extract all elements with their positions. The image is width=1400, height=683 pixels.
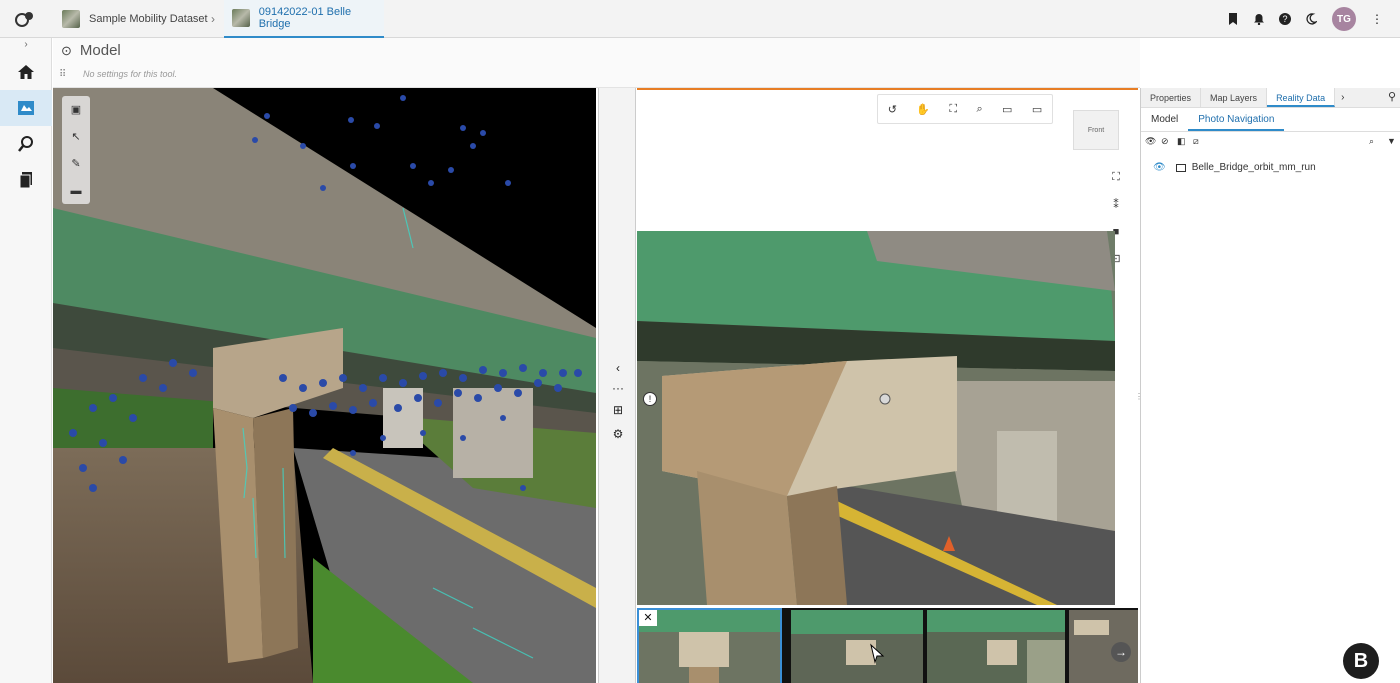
view-splitter: ‹ ··· ⊞ ⚙	[598, 88, 636, 683]
add-view-icon[interactable]: ⊞	[599, 400, 637, 420]
breadcrumb-project-label: Sample Mobility Dataset	[89, 13, 208, 25]
tool-title-label: Model	[79, 42, 121, 59]
window-alt-icon[interactable]: ▭	[1032, 103, 1042, 116]
filmstrip-thumbnail[interactable]	[791, 610, 923, 683]
layer-label: Belle_Bridge_orbit_mm_run	[1191, 162, 1316, 173]
tab-reality-data[interactable]: Reality Data	[1267, 88, 1336, 107]
pin-panel-icon[interactable]: ⚲	[1388, 90, 1396, 103]
nav-expand-chevron-icon[interactable]: ›	[0, 38, 52, 52]
photo-viewer[interactable]: ↺ ✋ ⛶ ⌕ ▭ ▭ Front ⛶ ⁑ ■ ⊡ ! ✕ →	[637, 88, 1138, 683]
right-panel: Properties Map Layers Reality Data › ⚲ M…	[1140, 88, 1400, 683]
show-all-icon[interactable]: 👁	[1145, 136, 1156, 147]
filmstrip-thumbnail[interactable]	[927, 610, 1065, 683]
window-icon[interactable]: ▭	[1002, 103, 1012, 116]
collapse-left-icon[interactable]: ‹	[599, 358, 637, 378]
tool-header: ⊙ Model ⠿ No settings for this tool.	[53, 38, 1140, 88]
photo-toolbar: ↺ ✋ ⛶ ⌕ ▭ ▭	[877, 94, 1053, 124]
close-filmstrip-icon[interactable]: ✕	[639, 610, 657, 626]
search-icon[interactable]: ⌕	[1369, 136, 1374, 147]
tool-title: ⊙ Model	[61, 42, 121, 59]
app-logo-icon[interactable]	[14, 8, 36, 30]
photo-filmstrip: ✕ →	[637, 608, 1138, 683]
isolate-icon[interactable]: ◧	[1177, 136, 1186, 147]
rotate-icon[interactable]: ↺	[888, 103, 897, 116]
nav-search[interactable]	[0, 126, 52, 162]
image-layer-icon	[1175, 163, 1186, 172]
visibility-eye-icon[interactable]: 👁	[1153, 162, 1166, 173]
view-toolbar: ▣ ↖ ✎ ▬	[62, 96, 90, 204]
point-cloud-render[interactable]	[53, 88, 596, 683]
zoom-icon[interactable]: ⌕	[976, 103, 982, 116]
select-cursor-icon[interactable]: ↖	[62, 123, 90, 150]
brand-badge-logo: B	[1343, 643, 1379, 679]
reality-data-icon	[18, 101, 34, 115]
list-item[interactable]: 👁 Belle_Bridge_orbit_mm_run	[1153, 162, 1316, 173]
breadcrumb-project[interactable]: Sample Mobility Dataset	[62, 0, 208, 38]
info-marker-icon[interactable]: !	[643, 392, 657, 406]
home-icon	[18, 65, 34, 79]
moon-icon[interactable]	[1304, 12, 1318, 26]
bookmark-icon[interactable]	[1226, 12, 1240, 26]
breadcrumb-separator-icon: ›	[211, 12, 215, 26]
tabs-scroll-right-icon[interactable]: ›	[1335, 88, 1350, 107]
breadcrumb-imodel[interactable]: 09142022-01 Belle Bridge	[224, 0, 384, 38]
photo-image[interactable]	[637, 231, 1115, 605]
imodel-thumbnail	[232, 9, 250, 27]
user-avatar[interactable]: TG	[1332, 7, 1356, 31]
nav-documents[interactable]	[0, 162, 52, 198]
filter-icon[interactable]: ▼	[1387, 136, 1396, 146]
right-panel-subtabs: Model Photo Navigation	[1141, 108, 1400, 132]
3d-viewport[interactable]: ▣ ↖ ✎ ▬	[53, 88, 596, 683]
tool-settings-note: No settings for this tool.	[83, 69, 178, 79]
svg-text:?: ?	[1282, 14, 1287, 24]
more-vertical-icon[interactable]: ⋮	[1370, 12, 1384, 26]
image-toggle-icon[interactable]: ▣	[62, 96, 90, 123]
subtab-photo-navigation[interactable]: Photo Navigation	[1188, 108, 1285, 131]
right-panel-tabs: Properties Map Layers Reality Data ›	[1141, 88, 1400, 108]
invert-visibility-icon[interactable]: ⧄	[1193, 136, 1199, 147]
measure-icon[interactable]: ✎	[62, 150, 90, 177]
breadcrumb-imodel-label: 09142022-01 Belle Bridge	[258, 6, 352, 30]
target-icon: ⊙	[61, 42, 72, 58]
tab-map-layers[interactable]: Map Layers	[1201, 88, 1268, 107]
view-cube[interactable]: Front	[1073, 110, 1119, 150]
project-thumbnail	[62, 10, 80, 28]
layer-actions-row: 👁 ⊘ ◧ ⧄ ⌕ ▼	[1141, 136, 1400, 152]
bell-icon[interactable]	[1252, 12, 1266, 26]
left-nav: ›	[0, 38, 52, 683]
help-icon[interactable]: ?	[1278, 12, 1292, 26]
clear-icon[interactable]: ▬	[62, 177, 90, 204]
fit-view-icon[interactable]: ⛶	[949, 103, 957, 116]
top-icon-group: ? TG ⋮	[1220, 0, 1390, 38]
hide-all-icon[interactable]: ⊘	[1161, 136, 1169, 147]
documents-icon	[19, 172, 32, 189]
search-icon	[18, 136, 33, 152]
footsteps-icon[interactable]: ⁑	[1103, 191, 1129, 218]
tab-properties[interactable]: Properties	[1141, 88, 1202, 107]
more-horizontal-icon[interactable]: ···	[599, 378, 637, 398]
drag-handle-icon[interactable]: ⠿	[59, 69, 66, 80]
filmstrip-thumbnail[interactable]	[637, 608, 782, 683]
pan-hand-icon[interactable]: ✋	[916, 103, 930, 116]
top-bar: Sample Mobility Dataset › 09142022-01 Be…	[0, 0, 1400, 38]
photo-camera-icon[interactable]: ⛶	[1103, 164, 1129, 191]
subtab-model[interactable]: Model	[1141, 108, 1188, 131]
filmstrip-next-icon[interactable]: →	[1111, 642, 1131, 662]
nav-home[interactable]	[0, 54, 52, 90]
nav-reality-data[interactable]	[0, 90, 52, 126]
settings-icon[interactable]: ⚙	[599, 424, 637, 444]
